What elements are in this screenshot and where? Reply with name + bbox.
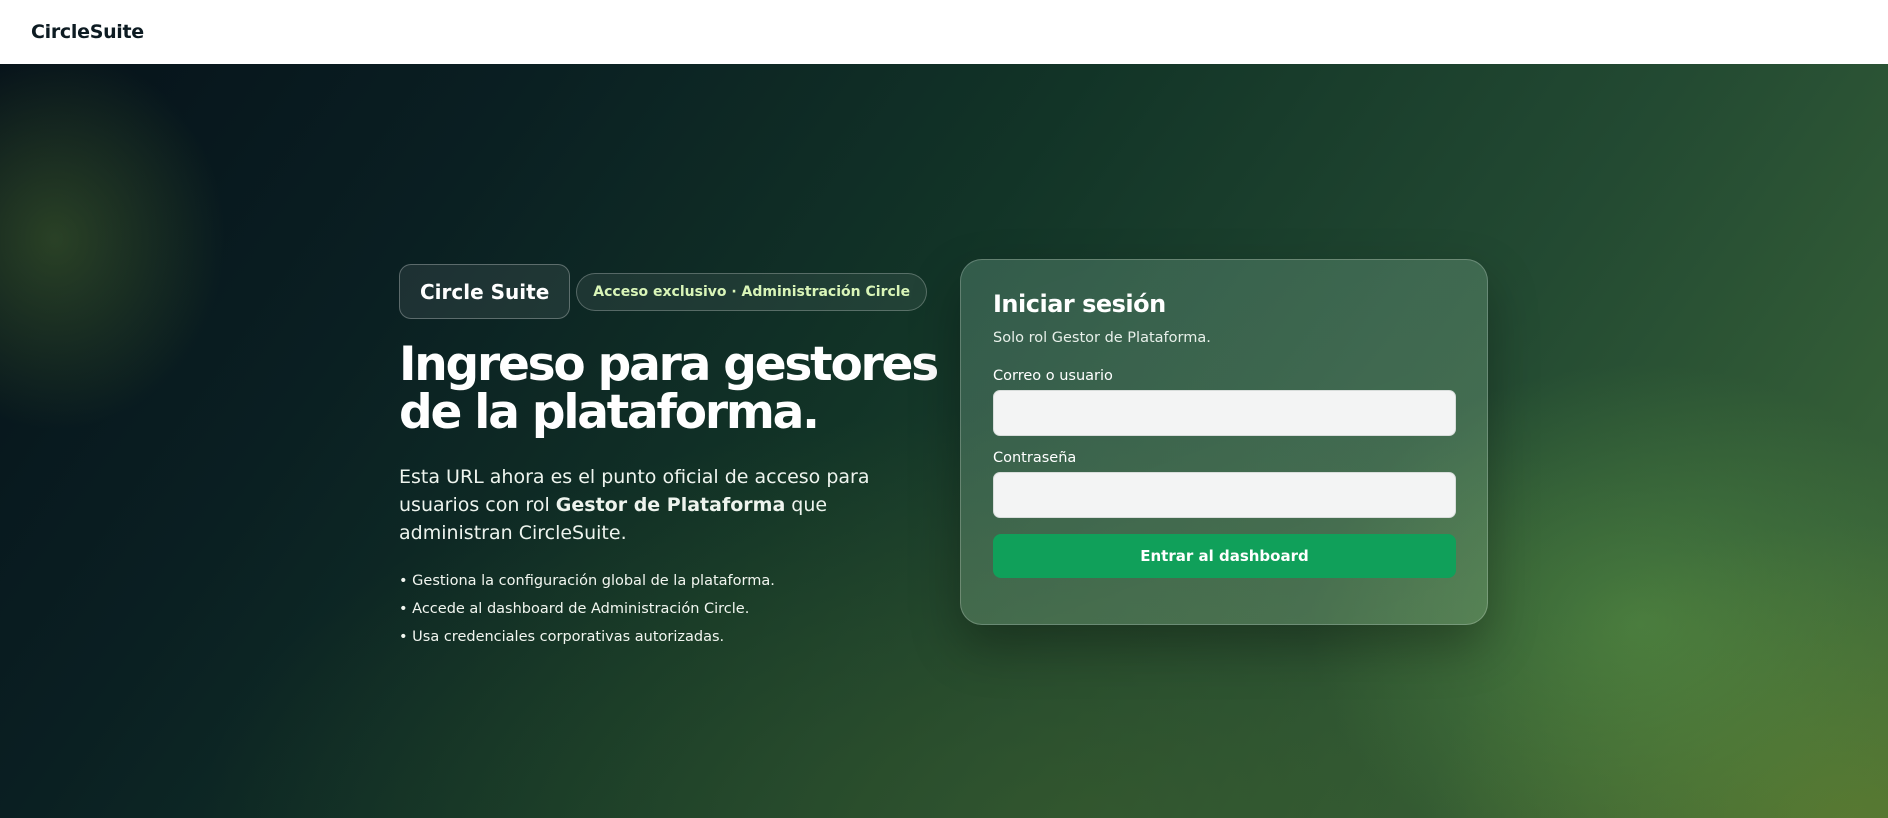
access-badge: Acceso exclusivo · Administración Circle — [576, 272, 928, 311]
user-field-label: Correo o usuario — [993, 368, 1113, 384]
feature-item: • Usa credenciales corporativas autoriza… — [399, 629, 725, 645]
description-role-highlight: Gestor de Plataforma — [555, 494, 786, 516]
intro-description: Esta URL ahora es el punto oficial de ac… — [399, 463, 944, 547]
pill-row: Circle Suite Acceso exclusivo · Administ… — [399, 264, 944, 319]
brand-logo[interactable]: CircleSuite — [31, 21, 144, 43]
top-navbar: CircleSuite — [0, 0, 1888, 64]
submit-dashboard-button[interactable]: Entrar al dashboard — [993, 534, 1456, 578]
intro-panel: Circle Suite Acceso exclusivo · Administ… — [399, 264, 944, 651]
page-headline: Ingreso para gestores de la plataforma. — [399, 337, 939, 440]
password-field-label: Contraseña — [993, 450, 1077, 466]
user-input[interactable] — [993, 390, 1456, 436]
login-title: Iniciar sesión — [993, 290, 1166, 318]
feature-item: • Gestiona la configuración global de la… — [399, 573, 775, 589]
feature-item: • Accede al dashboard de Administración … — [399, 601, 750, 617]
brand-pill: Circle Suite — [399, 264, 571, 319]
password-input[interactable] — [993, 472, 1456, 518]
login-subtitle: Solo rol Gestor de Plataforma. — [993, 330, 1211, 346]
feature-list: • Gestiona la configuración global de la… — [399, 567, 944, 651]
hero-section: Circle Suite Acceso exclusivo · Administ… — [0, 64, 1888, 818]
login-card: Iniciar sesión Solo rol Gestor de Plataf… — [960, 259, 1488, 625]
